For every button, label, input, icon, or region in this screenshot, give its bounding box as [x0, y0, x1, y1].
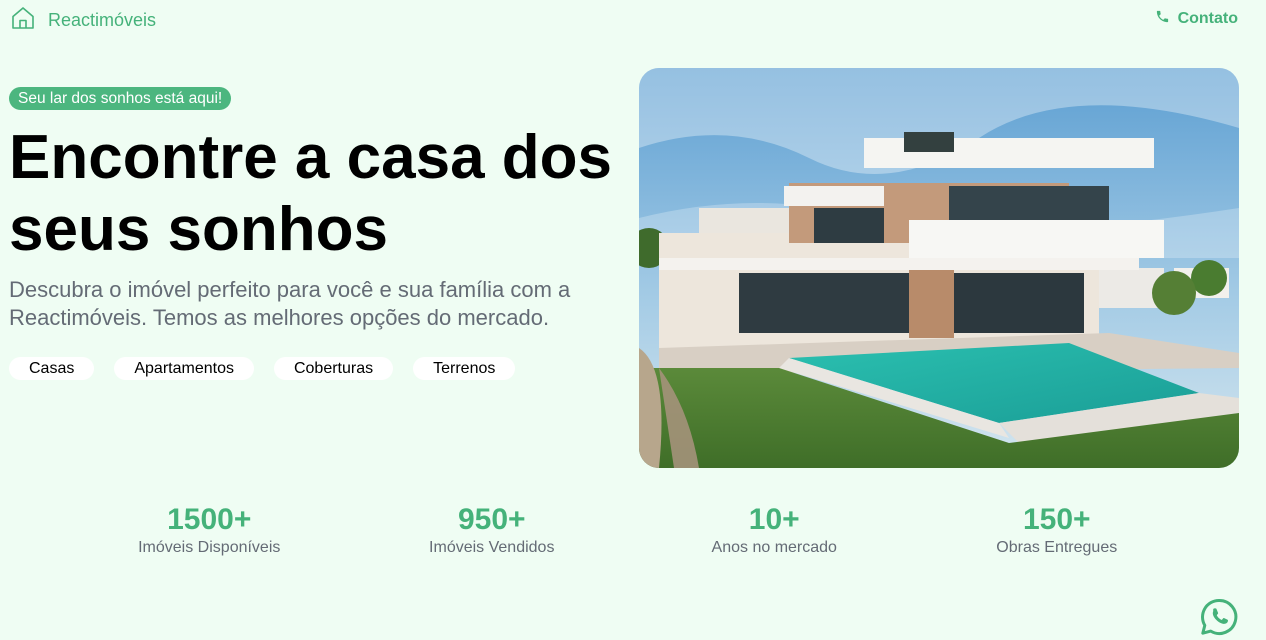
house-icon [10, 5, 36, 36]
landing-page: Reactimóveis Contato Seu lar dos sonhos … [0, 0, 1266, 640]
stat-item: 10+ Anos no mercado [633, 503, 916, 558]
hero-image [639, 68, 1239, 468]
stat-value: 1500+ [167, 503, 252, 536]
hero-badge: Seu lar dos sonhos está aqui! [9, 87, 232, 110]
stat-value: 950+ [457, 503, 526, 536]
hero-title: Encontre a casa dos seus sonhos [9, 123, 613, 264]
stat-value: 150+ [1022, 503, 1091, 536]
stats-section: 1500+ Imóveis Disponíveis 950+ Imóveis V… [68, 503, 1198, 558]
whatsapp-icon [1199, 598, 1239, 640]
brand-link[interactable]: Reactimóveis [10, 5, 156, 36]
hero-subtitle: Descubra o imóvel perfeito para você e s… [9, 277, 571, 330]
stat-label: Imóveis Disponíveis [138, 539, 281, 556]
stat-item: 150+ Obras Entregues [916, 503, 1199, 558]
stat-value: 10+ [748, 503, 800, 536]
chip-terrenos[interactable]: Terrenos [413, 357, 516, 380]
contact-link[interactable]: Contato [1155, 8, 1238, 30]
chip-casas[interactable]: Casas [9, 357, 95, 380]
category-chips: Casas Apartamentos Coberturas Terrenos [9, 357, 516, 380]
whatsapp-button[interactable] [1199, 597, 1239, 637]
chip-apartamentos[interactable]: Apartamentos [114, 357, 254, 380]
stat-item: 950+ Imóveis Vendidos [351, 503, 634, 558]
stat-label: Anos no mercado [711, 539, 837, 556]
stat-label: Imóveis Vendidos [429, 539, 555, 556]
brand-name: Reactimóveis [48, 10, 157, 30]
chip-coberturas[interactable]: Coberturas [273, 357, 394, 380]
stat-label: Obras Entregues [996, 539, 1118, 556]
contact-label: Contato [1177, 10, 1238, 27]
stat-item: 1500+ Imóveis Disponíveis [68, 503, 351, 558]
phone-icon [1155, 8, 1170, 30]
